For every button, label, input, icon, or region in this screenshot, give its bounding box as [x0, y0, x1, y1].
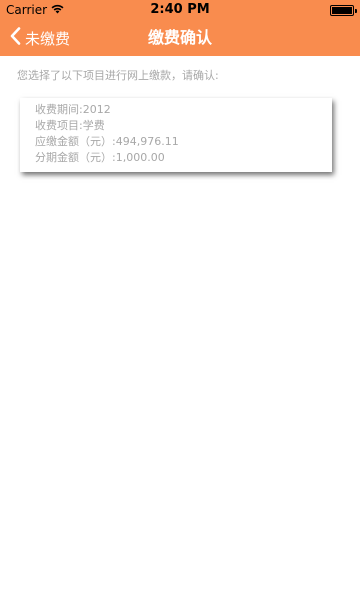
chevron-left-icon — [10, 27, 21, 49]
status-bar: Carrier 2:40 PM — [0, 0, 360, 20]
detail-row-item: 收费项目:学费 — [35, 118, 332, 134]
detail-row-installment: 分期金额（元）:1,000.00 — [35, 150, 332, 166]
installment-label: 分期金额（元）: — [35, 151, 116, 164]
back-button[interactable]: 未缴费 — [10, 20, 70, 56]
amount-due-value: 494,976.11 — [115, 135, 179, 148]
navigation-bar: 未缴费 缴费确认 — [0, 20, 360, 56]
period-label: 收费期间: — [35, 103, 83, 116]
intro-text: 您选择了以下项目进行网上缴款，请确认: — [17, 69, 219, 82]
detail-row-amount-due: 应缴金额（元）:494,976.11 — [35, 134, 332, 150]
period-value: 2012 — [82, 103, 111, 116]
back-button-label: 未缴费 — [25, 29, 71, 48]
item-label: 收费项目: — [35, 119, 83, 132]
battery-icon — [330, 5, 357, 16]
installment-value: 1,000.00 — [115, 151, 165, 164]
payment-details-card: 收费期间:2012 收费项目:学费 应缴金额（元）:494,976.11 分期金… — [20, 98, 332, 172]
clock: 2:40 PM — [150, 2, 210, 17]
detail-row-period: 收费期间:2012 — [35, 102, 332, 118]
amount-due-label: 应缴金额（元）: — [35, 135, 116, 148]
item-value: 学费 — [82, 119, 105, 132]
